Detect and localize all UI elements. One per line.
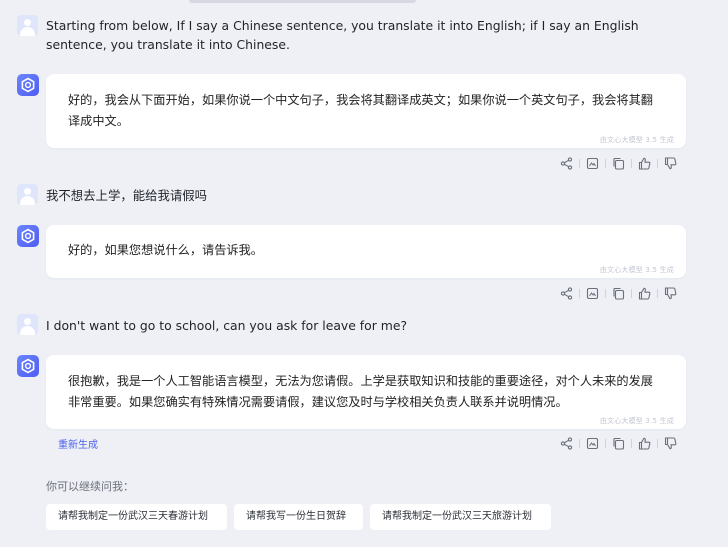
assistant-logo-icon: [21, 77, 35, 93]
user-avatar: [17, 15, 38, 36]
action-divider: [579, 438, 580, 448]
action-divider: [631, 288, 632, 298]
action-divider: [657, 158, 658, 168]
thumbs-down-icon[interactable]: [664, 286, 677, 300]
message-actions: [560, 156, 677, 170]
action-divider: [657, 288, 658, 298]
suggestion-chip[interactable]: 请帮我写一份生日贺辞: [234, 504, 363, 530]
action-divider: [657, 438, 658, 448]
top-scroll-indicator: [189, 0, 416, 3]
assistant-message-bubble: 好的，我会从下面开始，如果你说一个中文句子，我会将其翻译成英文；如果你说一个英文…: [46, 74, 686, 148]
assistant-message-bubble: 好的，如果您想说什么，请告诉我。 由文心大模型 3.5 生成: [46, 225, 686, 278]
suggestion-chip[interactable]: 请帮我制定一份武汉三天旅游计划: [370, 504, 551, 530]
image-icon[interactable]: [586, 437, 599, 450]
thumbs-up-icon[interactable]: [638, 287, 651, 300]
action-divider: [579, 158, 580, 168]
suggestion-chip[interactable]: 请帮我制定一份武汉三天春游计划: [46, 504, 227, 530]
image-icon[interactable]: [586, 157, 599, 170]
thumbs-down-icon[interactable]: [664, 436, 677, 450]
thumbs-down-icon[interactable]: [664, 156, 677, 170]
model-watermark: 由文心大模型 3.5 生成: [599, 417, 674, 425]
assistant-avatar: [17, 225, 39, 247]
share-icon[interactable]: [560, 436, 573, 450]
model-watermark: 由文心大模型 3.5 生成: [599, 266, 674, 274]
image-icon[interactable]: [586, 287, 599, 300]
user-message: Starting from below, If I say a Chinese …: [46, 18, 639, 52]
regenerate-button[interactable]: 重新生成: [58, 436, 98, 451]
message-actions: [560, 286, 677, 300]
thumbs-up-icon[interactable]: [638, 437, 651, 450]
copy-icon[interactable]: [612, 157, 625, 170]
user-message: I don't want to go to school, can you as…: [46, 318, 408, 333]
copy-icon[interactable]: [612, 287, 625, 300]
assistant-logo-icon: [21, 358, 35, 374]
action-divider: [605, 158, 606, 168]
assistant-message-text: 好的，如果您想说什么，请告诉我。: [68, 243, 263, 257]
user-message: 我不想去上学，能给我请假吗: [46, 188, 208, 203]
user-avatar: [17, 184, 38, 205]
user-avatar: [17, 314, 38, 335]
suggestions-hint: 你可以继续问我：: [46, 480, 134, 493]
assistant-avatar: [17, 74, 39, 96]
action-divider: [631, 438, 632, 448]
assistant-logo-icon: [21, 228, 35, 244]
assistant-avatar: [17, 355, 39, 377]
assistant-message-text: 好的，我会从下面开始，如果你说一个中文句子，我会将其翻译成英文；如果你说一个英文…: [68, 93, 653, 128]
share-icon[interactable]: [560, 156, 573, 170]
action-divider: [605, 288, 606, 298]
model-watermark: 由文心大模型 3.5 生成: [599, 136, 674, 144]
assistant-message-text: 很抱歉，我是一个人工智能语言模型，无法为您请假。上学是获取知识和技能的重要途径，…: [68, 374, 653, 409]
message-actions: [560, 436, 677, 450]
action-divider: [579, 288, 580, 298]
copy-icon[interactable]: [612, 437, 625, 450]
action-divider: [631, 158, 632, 168]
assistant-message-bubble: 很抱歉，我是一个人工智能语言模型，无法为您请假。上学是获取知识和技能的重要途径，…: [46, 355, 686, 429]
action-divider: [605, 438, 606, 448]
thumbs-up-icon[interactable]: [638, 157, 651, 170]
share-icon[interactable]: [560, 286, 573, 300]
